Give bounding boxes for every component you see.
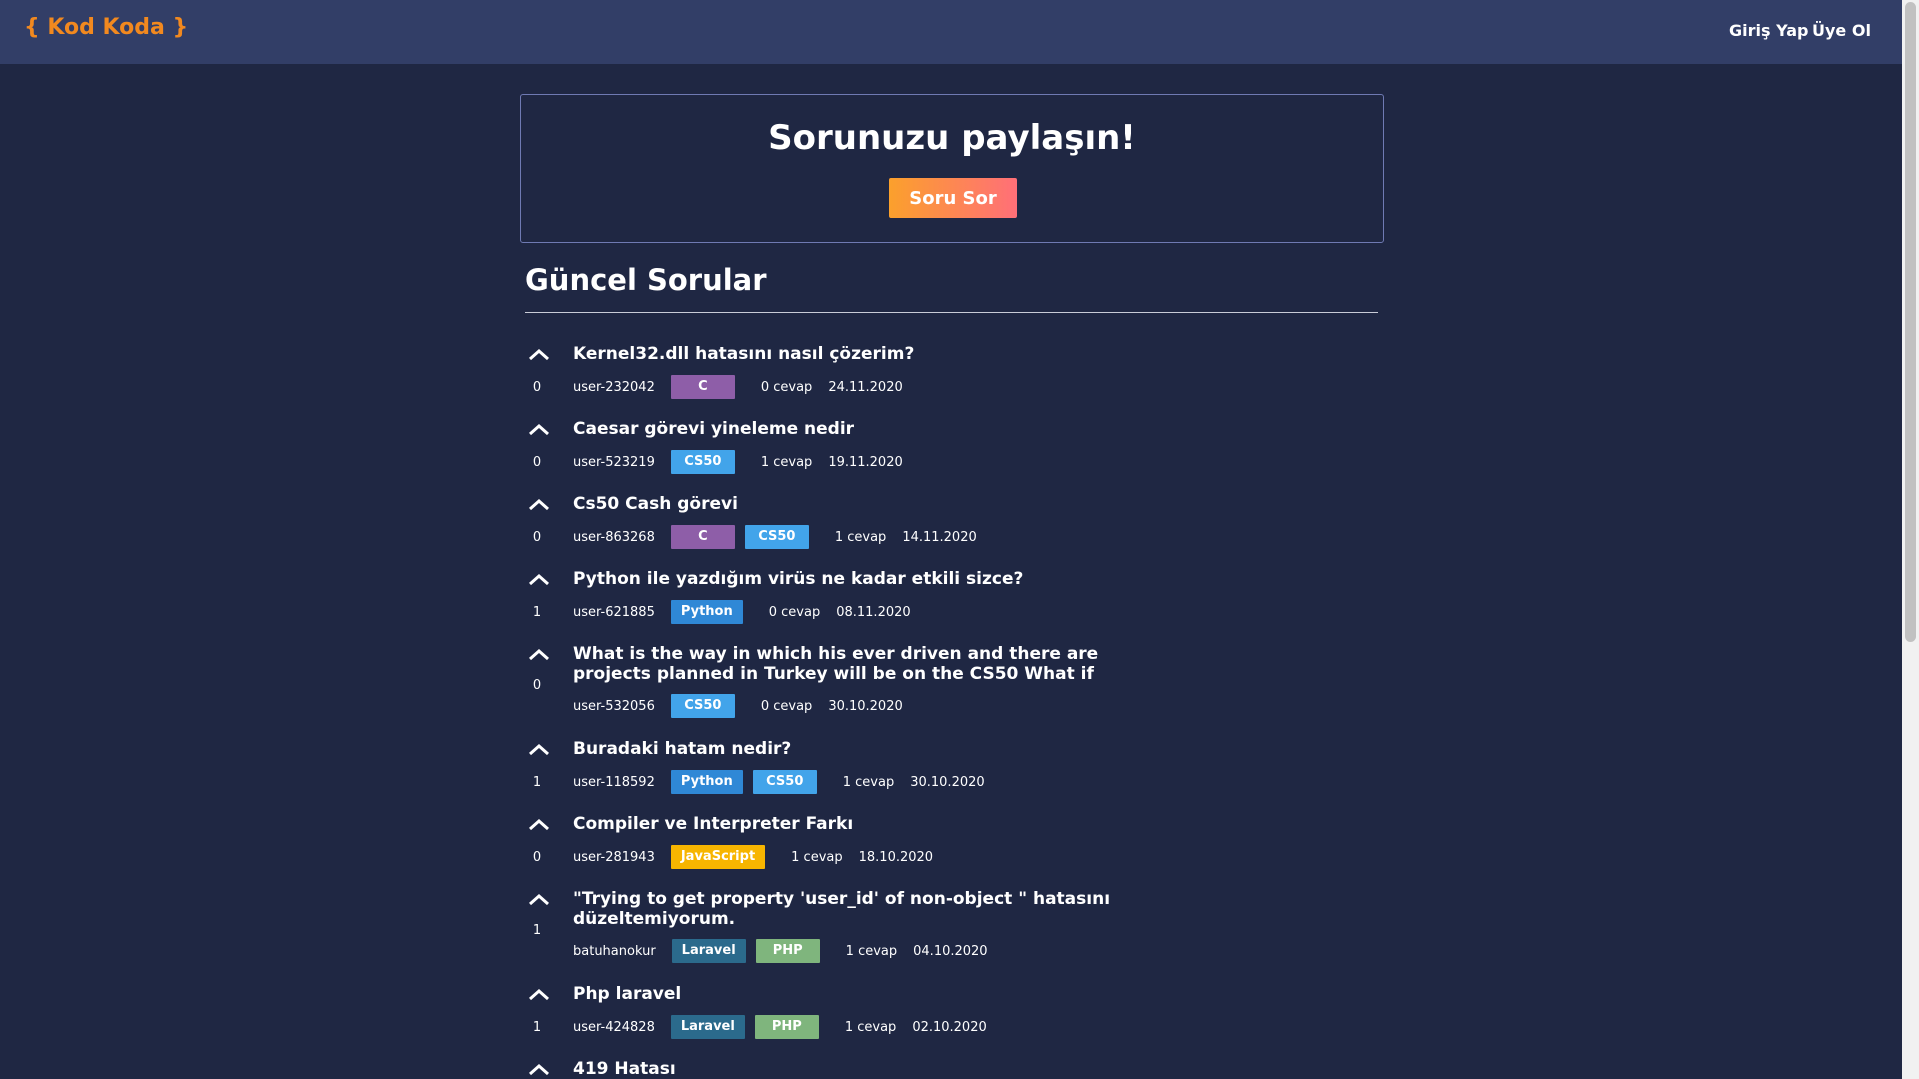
question-author[interactable]: user-523219: [573, 455, 655, 470]
question-author[interactable]: user-281943: [573, 850, 655, 865]
question-title[interactable]: What is the way in which his ever driven…: [573, 644, 1133, 684]
tag-python[interactable]: Python: [670, 600, 743, 624]
question-author[interactable]: batuhanokur: [573, 944, 656, 959]
answer-count: 0 cevap: [760, 698, 813, 714]
question-meta: user-118592 Python CS50 1 cevap 30.10.2020: [573, 770, 985, 794]
section-title: Güncel Sorular: [525, 263, 767, 297]
ask-question-button[interactable]: Soru Sor: [889, 178, 1017, 218]
upvote-chevron-icon[interactable]: [526, 496, 552, 512]
answer-count: 1 cevap: [834, 529, 887, 545]
question-meta: user-281943 JavaScript 1 cevap 18.10.2020: [573, 845, 933, 869]
question-author[interactable]: user-424828: [573, 1020, 655, 1035]
question-meta: batuhanokur Laravel PHP 1 cevap 04.10.2020: [573, 939, 988, 963]
page-scrollbar[interactable]: [1902, 0, 1919, 1079]
brand-logo[interactable]: { Kod Koda }: [24, 15, 188, 40]
vote-count: 1: [532, 1020, 542, 1035]
answer-count: 1 cevap: [844, 1019, 897, 1035]
question-title[interactable]: "Trying to get property 'user_id' of non…: [573, 889, 1133, 929]
answer-count: 1 cevap: [760, 454, 813, 470]
question-meta: user-523219 CS50 1 cevap 19.11.2020: [573, 450, 903, 474]
question-date: 24.11.2020: [828, 379, 903, 395]
question-title[interactable]: Kernel32.dll hatasını nasıl çözerim?: [573, 344, 1133, 364]
vote-count: 1: [532, 775, 542, 790]
vote-count: 0: [532, 850, 542, 865]
question-date: 30.10.2020: [828, 698, 903, 714]
login-link[interactable]: Giriş Yap: [1729, 21, 1808, 40]
answer-count: 0 cevap: [760, 379, 813, 395]
question-title[interactable]: Cs50 Cash görevi: [573, 494, 1133, 514]
upvote-chevron-icon[interactable]: [526, 646, 552, 662]
vote-count: 0: [532, 380, 542, 395]
question-date: 02.10.2020: [912, 1019, 987, 1035]
question-title[interactable]: Buradaki hatam nedir?: [573, 739, 1133, 759]
tag-c[interactable]: C: [670, 525, 735, 549]
tag-laravel[interactable]: Laravel: [670, 1015, 745, 1039]
question-date: 19.11.2020: [828, 454, 903, 470]
tag-laravel[interactable]: Laravel: [671, 939, 746, 963]
question-author[interactable]: user-232042: [573, 380, 655, 395]
question-author[interactable]: user-863268: [573, 530, 655, 545]
ask-question-card: Sorunuzu paylaşın! Soru Sor: [520, 94, 1384, 243]
question-date: 04.10.2020: [913, 943, 988, 959]
tag-python[interactable]: Python: [670, 770, 743, 794]
upvote-chevron-icon[interactable]: [526, 891, 552, 907]
answer-count: 0 cevap: [768, 604, 821, 620]
question-title[interactable]: 419 Hatası: [573, 1059, 1133, 1079]
upvote-chevron-icon[interactable]: [526, 1061, 552, 1077]
tag-php[interactable]: PHP: [755, 939, 820, 963]
question-title[interactable]: Python ile yazdığım virüs ne kadar etkil…: [573, 569, 1133, 589]
tag-cs50[interactable]: CS50: [670, 694, 735, 718]
vote-count: 1: [532, 605, 542, 620]
vote-count: 0: [532, 530, 542, 545]
vote-count: 0: [532, 678, 542, 693]
question-meta: user-232042 C 0 cevap 24.11.2020: [573, 375, 903, 399]
top-navbar: { Kod Koda } Giriş Yap Üye Ol: [0, 0, 1902, 64]
question-author[interactable]: user-532056: [573, 699, 655, 714]
question-author[interactable]: user-621885: [573, 605, 655, 620]
upvote-chevron-icon[interactable]: [526, 346, 552, 362]
question-title[interactable]: Caesar görevi yineleme nedir: [573, 419, 1133, 439]
tag-cs50[interactable]: CS50: [744, 525, 809, 549]
tag-c[interactable]: C: [670, 375, 735, 399]
upvote-chevron-icon[interactable]: [526, 741, 552, 757]
tag-javascript[interactable]: JavaScript: [670, 845, 766, 869]
question-title[interactable]: Php laravel: [573, 984, 1133, 1004]
question-meta: user-424828 Laravel PHP 1 cevap 02.10.2020: [573, 1015, 987, 1039]
question-meta: user-621885 Python 0 cevap 08.11.2020: [573, 600, 911, 624]
upvote-chevron-icon[interactable]: [526, 421, 552, 437]
answer-count: 1 cevap: [842, 774, 895, 790]
tag-php[interactable]: PHP: [754, 1015, 819, 1039]
vote-count: 1: [532, 923, 542, 938]
question-author[interactable]: user-118592: [573, 775, 655, 790]
question-date: 30.10.2020: [910, 774, 985, 790]
question-date: 14.11.2020: [902, 529, 977, 545]
question-date: 18.10.2020: [858, 849, 934, 865]
register-link[interactable]: Üye Ol: [1812, 21, 1871, 40]
question-date: 08.11.2020: [836, 604, 911, 620]
upvote-chevron-icon[interactable]: [526, 986, 552, 1002]
upvote-chevron-icon[interactable]: [526, 571, 552, 587]
section-divider: [525, 312, 1378, 313]
upvote-chevron-icon[interactable]: [526, 816, 552, 832]
question-title[interactable]: Compiler ve Interpreter Farkı: [573, 814, 1133, 834]
answer-count: 1 cevap: [791, 849, 843, 865]
vote-count: 0: [532, 455, 542, 470]
hero-title: Sorunuzu paylaşın!: [768, 118, 1136, 158]
scrollbar-thumb[interactable]: [1905, 2, 1916, 642]
question-meta: user-863268 C CS50 1 cevap 14.11.2020: [573, 525, 977, 549]
question-meta: user-532056 CS50 0 cevap 30.10.2020: [573, 694, 903, 718]
answer-count: 1 cevap: [845, 943, 898, 959]
tag-cs50[interactable]: CS50: [752, 770, 817, 794]
tag-cs50[interactable]: CS50: [670, 450, 735, 474]
